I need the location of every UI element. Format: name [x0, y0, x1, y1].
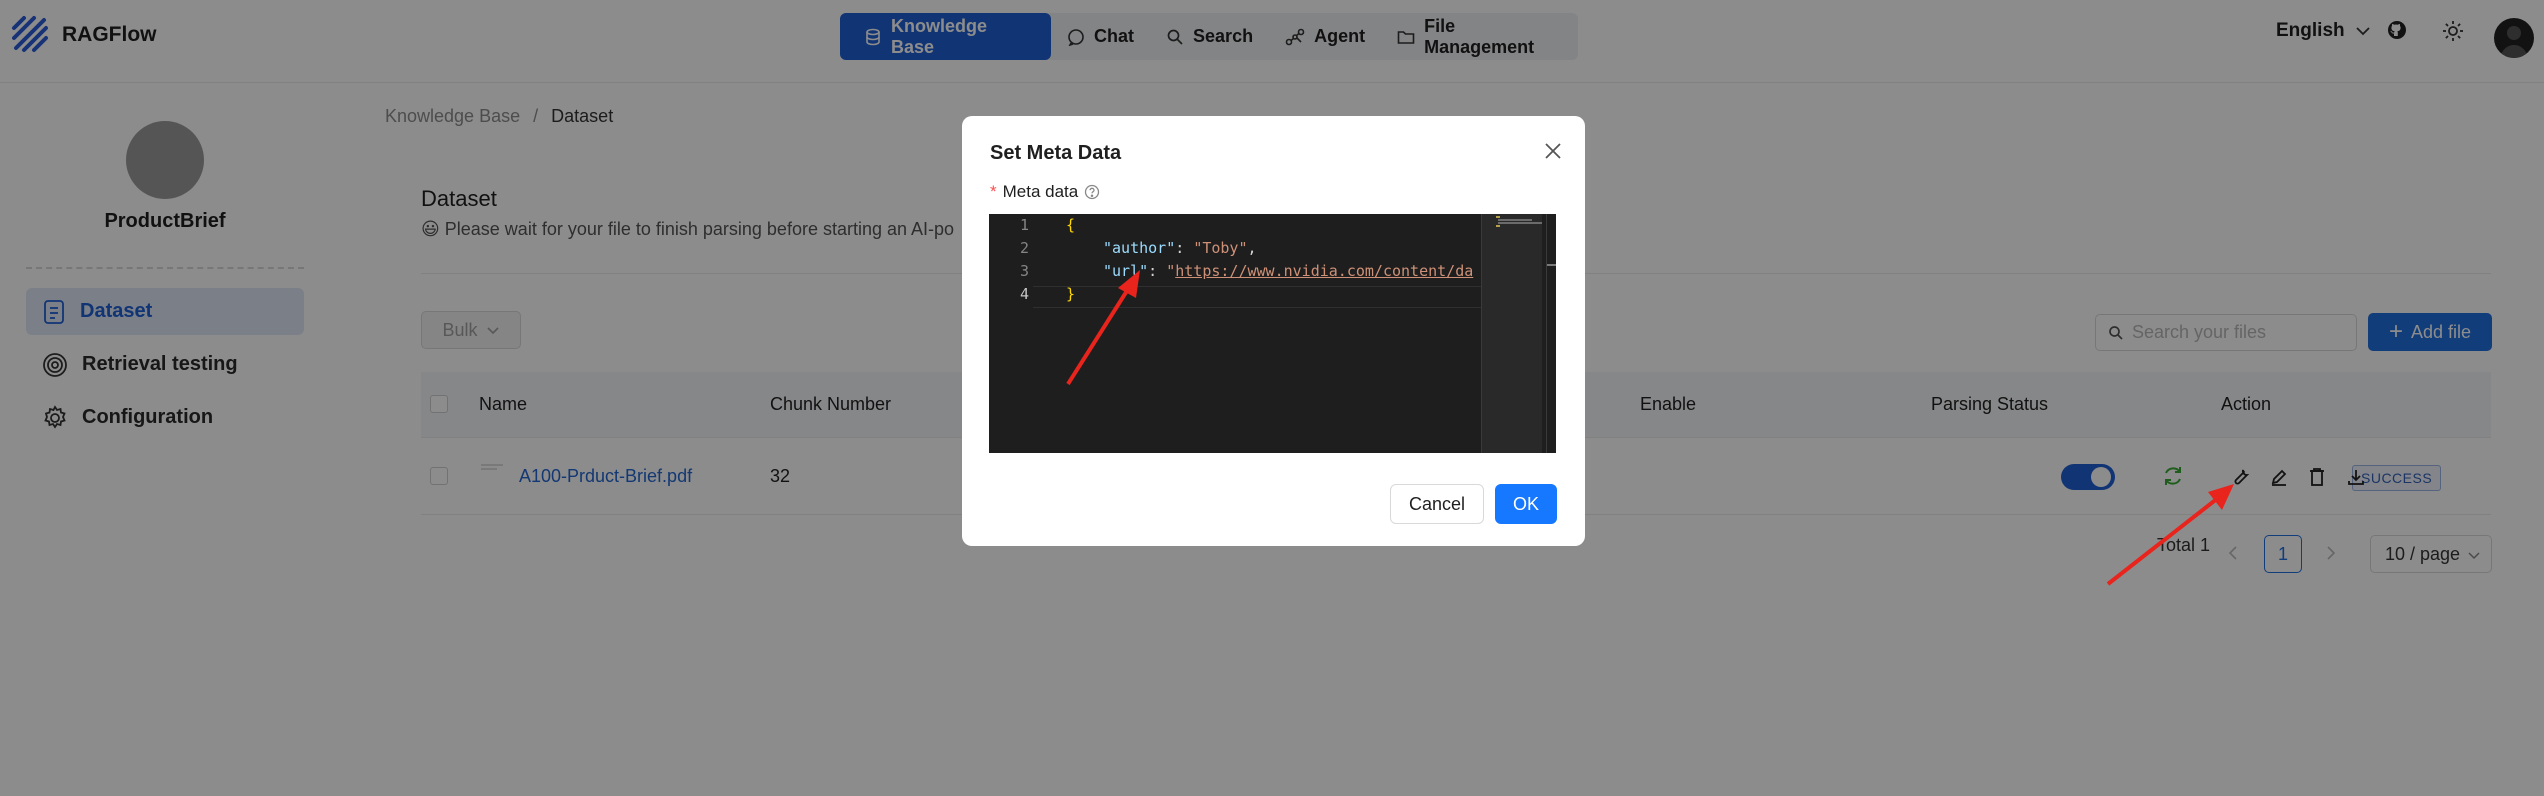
editor-minimap[interactable]	[1481, 214, 1556, 453]
json-comma: ,	[1247, 239, 1257, 257]
required-marker: *	[990, 182, 997, 201]
close-icon[interactable]	[1540, 138, 1566, 164]
ok-button[interactable]: OK	[1495, 484, 1557, 524]
line-number: 1	[1019, 216, 1029, 234]
code-line-1: {	[1066, 216, 1075, 234]
minimap-slider[interactable]	[1482, 214, 1542, 453]
minimap-line	[1498, 219, 1532, 221]
code-line-3: "url": "https://www.nvidia.com/content/d…	[1103, 262, 1473, 280]
meta-data-label: * Meta data	[990, 182, 1100, 202]
minimap-line	[1496, 225, 1500, 227]
json-colon: :	[1148, 262, 1167, 280]
code-line-2: "author": "Toby",	[1103, 239, 1257, 257]
dialog-title: Set Meta Data	[990, 142, 1122, 164]
json-code-editor[interactable]: 1 2 3 4 { "author": "Toby", "url": "http…	[989, 214, 1556, 453]
minimap-line	[1498, 222, 1542, 224]
line-number: 3	[1019, 262, 1029, 280]
json-quote: "	[1166, 262, 1176, 280]
field-label-text: Meta data	[1002, 182, 1079, 201]
json-value-url[interactable]: https://www.nvidia.com/content/da	[1175, 262, 1473, 280]
json-key-url: "url"	[1103, 262, 1149, 280]
json-key-author: "author"	[1103, 239, 1176, 257]
json-value-author: "Toby"	[1193, 239, 1248, 257]
current-line-highlight	[1033, 286, 1493, 308]
json-close-brace: }	[1066, 285, 1076, 303]
help-icon[interactable]	[1084, 184, 1100, 200]
set-meta-data-dialog: Set Meta Data * Meta data 1 2 3 4 { "aut…	[962, 116, 1585, 546]
editor-scrollbar[interactable]	[1546, 214, 1556, 453]
json-open-brace: {	[1066, 216, 1076, 234]
minimap-line	[1496, 216, 1500, 218]
code-line-4: }	[1066, 285, 1075, 303]
line-number: 2	[1019, 239, 1029, 257]
line-number: 4	[1019, 285, 1029, 303]
line-number-gutter: 1 2 3 4	[989, 214, 1033, 453]
json-colon: :	[1175, 239, 1194, 257]
scrollbar-marker	[1547, 264, 1556, 266]
cancel-button[interactable]: Cancel	[1390, 484, 1484, 524]
